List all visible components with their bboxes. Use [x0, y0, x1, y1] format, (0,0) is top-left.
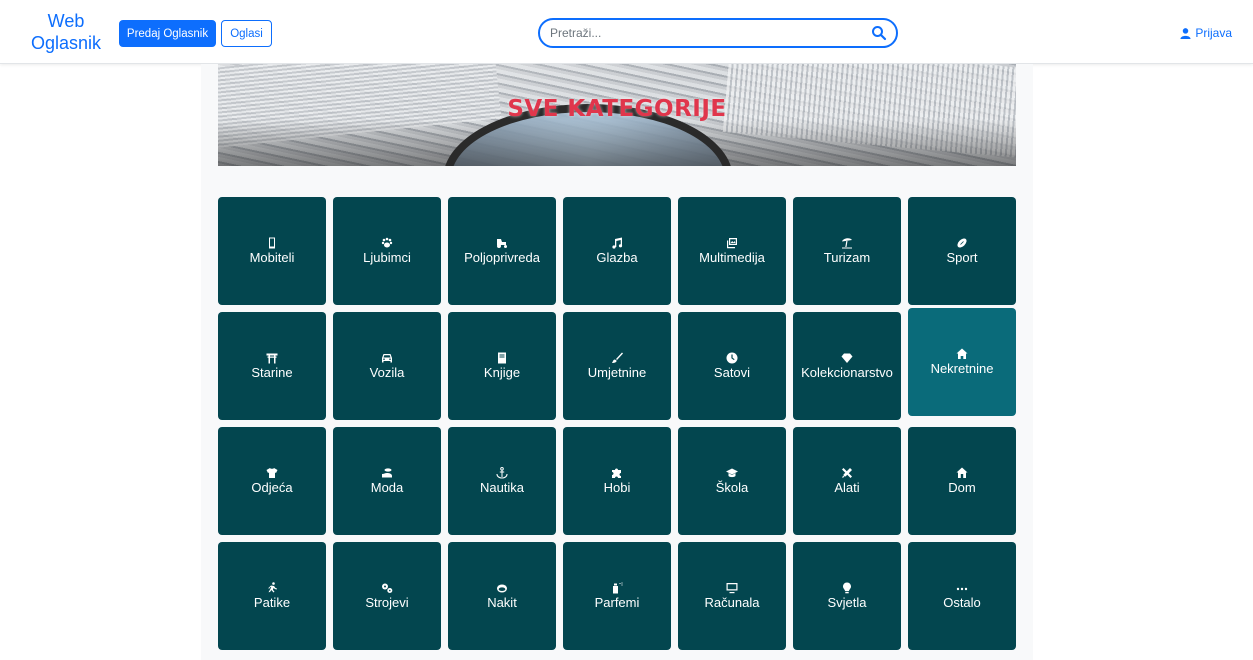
category-tile-mobiteli[interactable]: Mobiteli	[218, 197, 326, 305]
category-tile-multimedija[interactable]: Multimedija	[678, 197, 786, 305]
navbar: Web Oglasnik Predaj Oglasnik Oglasi Prij…	[0, 0, 1253, 64]
category-tile-patike[interactable]: Patike	[218, 542, 326, 650]
category-tile-racunala[interactable]: Računala	[678, 542, 786, 650]
category-tile-odjeca[interactable]: Odjeća	[218, 427, 326, 535]
category-tile-satovi[interactable]: Satovi	[678, 312, 786, 420]
user-icon	[1180, 27, 1191, 39]
category-label: Ostalo	[943, 595, 981, 610]
post-ad-button[interactable]: Predaj Oglasnik	[119, 20, 216, 47]
category-label: Parfemi	[594, 595, 640, 610]
category-label: Knjige	[483, 365, 521, 380]
photo-film-icon	[727, 238, 737, 249]
gem-icon	[841, 353, 853, 363]
category-tile-poljoprivreda[interactable]: Poljoprivreda	[448, 197, 556, 305]
category-tile-starine[interactable]: Starine	[218, 312, 326, 420]
category-tile-nakit[interactable]: Nakit	[448, 542, 556, 650]
category-label: Škola	[715, 480, 749, 495]
category-label: Dom	[948, 480, 976, 495]
categories-banner: SVE KATEGORIJE	[218, 64, 1016, 166]
lightbulb-icon	[843, 582, 851, 594]
banner-shadow	[218, 120, 1016, 166]
category-tile-dom[interactable]: Dom	[908, 427, 1016, 535]
category-tile-nekretnine[interactable]: Nekretnine	[908, 308, 1016, 416]
category-label: Mobiteli	[249, 250, 295, 265]
category-tile-ostalo[interactable]: Ostalo	[908, 542, 1016, 650]
category-label: Starine	[251, 365, 293, 380]
car-icon	[382, 354, 392, 363]
category-tile-moda[interactable]: Moda	[333, 427, 441, 535]
category-tile-parfemi[interactable]: Parfemi	[563, 542, 671, 650]
category-label: Nautika	[479, 480, 525, 495]
tools-icon	[842, 468, 852, 478]
category-label: Odjeća	[251, 480, 293, 495]
category-label: Hobi	[603, 480, 631, 495]
category-label: Turizam	[823, 250, 871, 265]
mobile-icon	[269, 237, 275, 249]
football-icon	[957, 238, 967, 248]
computer-icon	[726, 583, 738, 594]
category-tile-turizam[interactable]: Turizam	[793, 197, 901, 305]
category-tile-svjetla[interactable]: Svjetla	[793, 542, 901, 650]
category-label: Glazba	[596, 250, 638, 265]
brand-logo[interactable]: Web Oglasnik	[26, 10, 106, 54]
category-label: Svjetla	[827, 595, 867, 610]
login-label: Prijava	[1195, 26, 1232, 40]
category-tile-umjetnine[interactable]: Umjetnine	[563, 312, 671, 420]
category-tile-skola[interactable]: Škola	[678, 427, 786, 535]
category-label: Patike	[253, 595, 291, 610]
category-tile-knjige[interactable]: Knjige	[448, 312, 556, 420]
category-tile-glazba[interactable]: Glazba	[563, 197, 671, 305]
category-label: Poljoprivreda	[464, 250, 540, 265]
category-label: Kolekcionarstvo	[801, 365, 893, 380]
category-tile-strojevi[interactable]: Strojevi	[333, 542, 441, 650]
clock-icon	[726, 352, 738, 364]
category-label: Alati	[834, 480, 860, 495]
category-label: Nekretnine	[930, 361, 994, 376]
category-tile-hobi[interactable]: Hobi	[563, 427, 671, 535]
category-grid: Mobiteli Ljubimci Poljoprivreda Glazba M…	[218, 197, 1016, 650]
search-icon[interactable]	[871, 25, 887, 41]
category-tile-ljubimci[interactable]: Ljubimci	[333, 197, 441, 305]
tractor-icon	[497, 239, 507, 248]
graduation-cap-icon	[726, 468, 738, 478]
category-label: Računala	[704, 595, 760, 610]
category-label: Sport	[946, 250, 978, 265]
category-tile-alati[interactable]: Alati	[793, 427, 901, 535]
category-tile-vozila[interactable]: Vozila	[333, 312, 441, 420]
torii-gate-icon	[266, 353, 278, 364]
banner-title: SVE KATEGORIJE	[507, 96, 727, 122]
ring-icon	[497, 584, 507, 593]
ellipsis-icon	[956, 587, 968, 591]
anchor-icon	[496, 467, 508, 479]
spray-can-icon	[613, 582, 623, 594]
paint-brush-icon	[612, 352, 623, 363]
home-icon	[956, 467, 968, 478]
beach-umbrella-icon	[842, 238, 852, 249]
category-label: Satovi	[713, 365, 751, 380]
house-icon	[956, 348, 968, 359]
music-icon	[612, 237, 623, 249]
main-content: SVE KATEGORIJE Mobiteli Ljubimci Poljopr…	[201, 64, 1033, 660]
category-label: Ljubimci	[363, 250, 411, 265]
paw-icon	[381, 237, 393, 248]
category-tile-nautika[interactable]: Nautika	[448, 427, 556, 535]
category-label: Umjetnine	[587, 365, 647, 380]
gears-icon	[382, 583, 393, 593]
category-label: Strojevi	[365, 595, 409, 610]
shoe-icon	[382, 468, 392, 478]
category-label: Multimedija	[699, 250, 765, 265]
running-icon	[268, 582, 277, 593]
book-icon	[498, 352, 506, 364]
category-label: Nakit	[487, 595, 517, 610]
ads-button[interactable]: Oglasi	[221, 20, 272, 47]
search-bar	[538, 18, 898, 48]
category-label: Moda	[370, 480, 404, 495]
login-link[interactable]: Prijava	[1180, 25, 1232, 41]
category-tile-sport[interactable]: Sport	[908, 197, 1016, 305]
puzzle-icon	[612, 468, 621, 478]
category-label: Vozila	[369, 365, 405, 380]
category-tile-kolekcionarstvo[interactable]: Kolekcionarstvo	[793, 312, 901, 420]
search-input[interactable]	[550, 24, 860, 42]
shirt-icon	[266, 468, 278, 478]
